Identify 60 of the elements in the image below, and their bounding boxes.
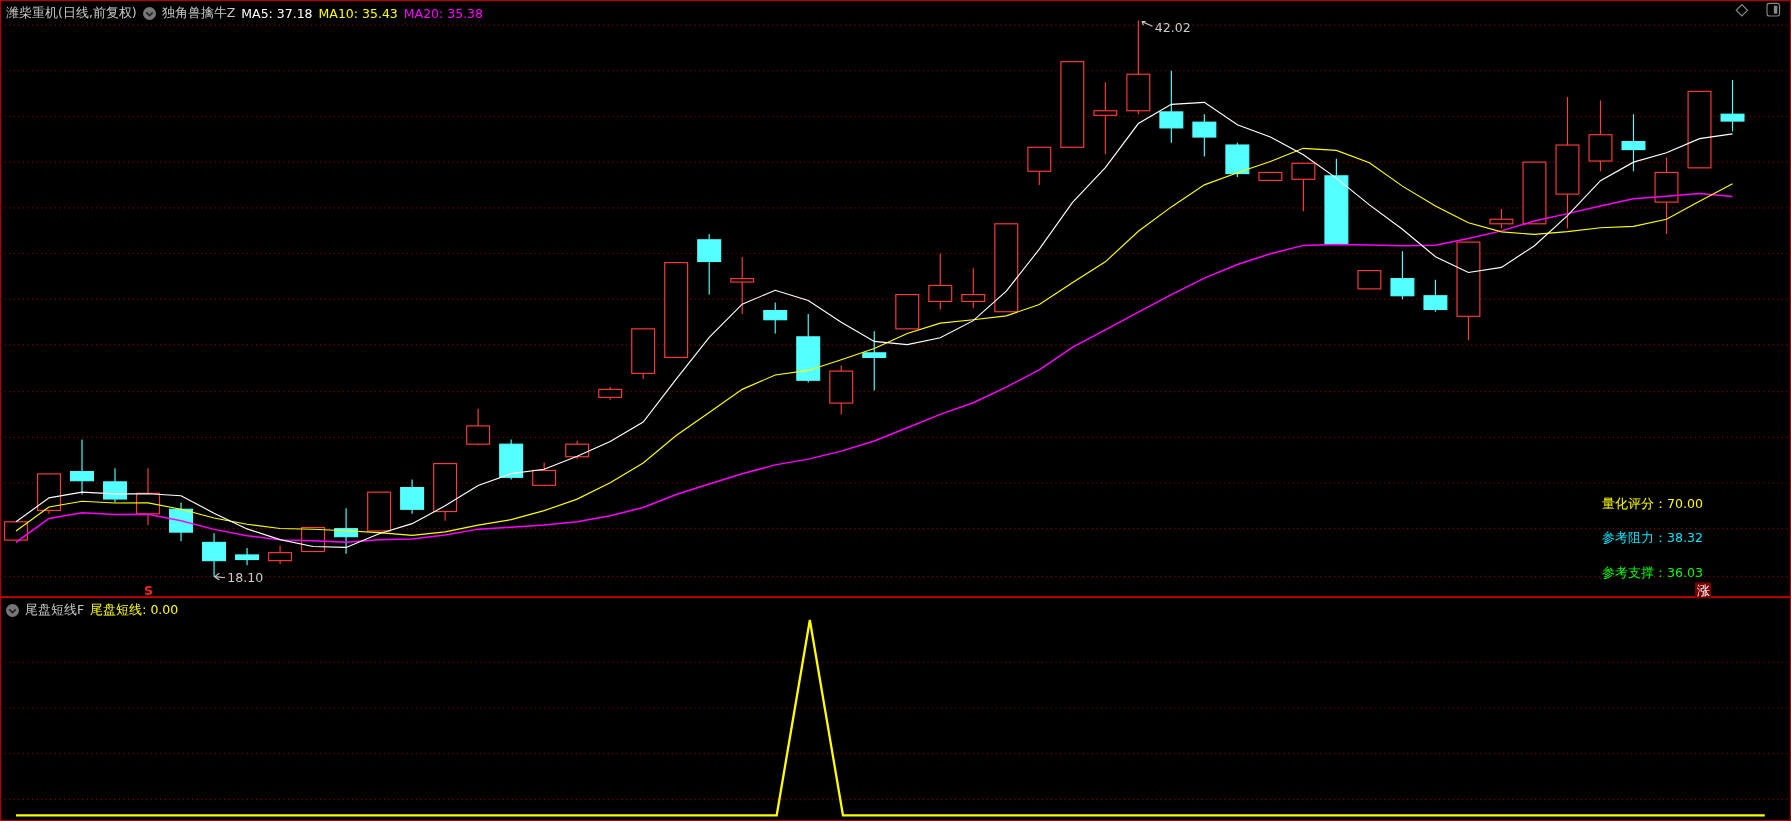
candlestick xyxy=(1192,113,1217,157)
candlestick xyxy=(1720,79,1745,132)
stat-label: 参考支撑：36.03 xyxy=(1602,564,1704,580)
candlestick xyxy=(400,479,425,515)
candlestick xyxy=(202,532,227,578)
candlestick xyxy=(1489,208,1514,229)
price-pointer-arrow xyxy=(213,572,226,581)
candlestick xyxy=(1291,162,1316,212)
candlestick xyxy=(1258,171,1283,181)
candlestick xyxy=(367,491,392,532)
candlestick xyxy=(169,501,194,542)
candlestick xyxy=(598,386,623,401)
candlestick xyxy=(631,328,656,380)
stock-title: 潍柴重机(日线,前复权) xyxy=(6,5,137,22)
candlestick xyxy=(763,302,788,334)
candlestick xyxy=(136,467,160,526)
candlestick xyxy=(235,547,260,566)
signal-marker: S xyxy=(143,582,153,598)
candlestick xyxy=(103,467,127,503)
stat-label: 量化评分：70.00 xyxy=(1602,496,1704,512)
candlestick xyxy=(4,521,28,541)
chevron-down-icon[interactable] xyxy=(142,7,156,20)
candlestick xyxy=(499,439,524,481)
candlestick xyxy=(1522,161,1547,225)
candlestick xyxy=(895,294,920,330)
candlestick xyxy=(466,408,491,446)
ma-reading: MA5: 37.18 xyxy=(241,6,313,21)
candlestick xyxy=(1390,250,1415,300)
candlestick xyxy=(796,313,821,384)
candlestick xyxy=(70,439,94,495)
candlestick xyxy=(1357,270,1382,290)
indicator-reading: 尾盘短线: 0.00 xyxy=(90,602,179,619)
candlestick xyxy=(928,252,953,310)
ma-reading: MA20: 35.38 xyxy=(403,6,483,21)
diamond-icon[interactable] xyxy=(1735,3,1749,17)
candlestick xyxy=(1027,146,1052,186)
candlestick xyxy=(829,364,854,416)
candlestick xyxy=(532,461,557,487)
high-price-label: 42.02 xyxy=(1154,19,1191,35)
indicator-name[interactable]: 尾盘短线F xyxy=(25,602,85,619)
candlestick xyxy=(334,507,359,555)
candlestick xyxy=(1423,279,1448,313)
candlestick xyxy=(565,440,590,460)
candlestick xyxy=(862,330,887,392)
chevron-down-icon[interactable] xyxy=(6,604,19,617)
candlestick xyxy=(433,463,458,522)
candlestick xyxy=(961,267,986,309)
rise-badge: 涨 xyxy=(1695,582,1712,599)
candlestick xyxy=(730,256,755,315)
indicator-name[interactable]: 独角兽擒牛Z xyxy=(161,5,236,22)
candlestick xyxy=(1225,142,1250,178)
low-price-label: 18.10 xyxy=(227,570,264,586)
candlestick xyxy=(268,545,293,565)
candlestick xyxy=(697,233,722,296)
ma-reading: MA10: 35.43 xyxy=(318,6,398,21)
price-pointer-arrow xyxy=(1141,21,1154,27)
stat-label: 参考阻力：38.32 xyxy=(1602,530,1704,546)
candlestick xyxy=(37,473,61,515)
panel-toggle-icon[interactable] xyxy=(1766,2,1781,17)
candlestick xyxy=(1621,113,1646,172)
